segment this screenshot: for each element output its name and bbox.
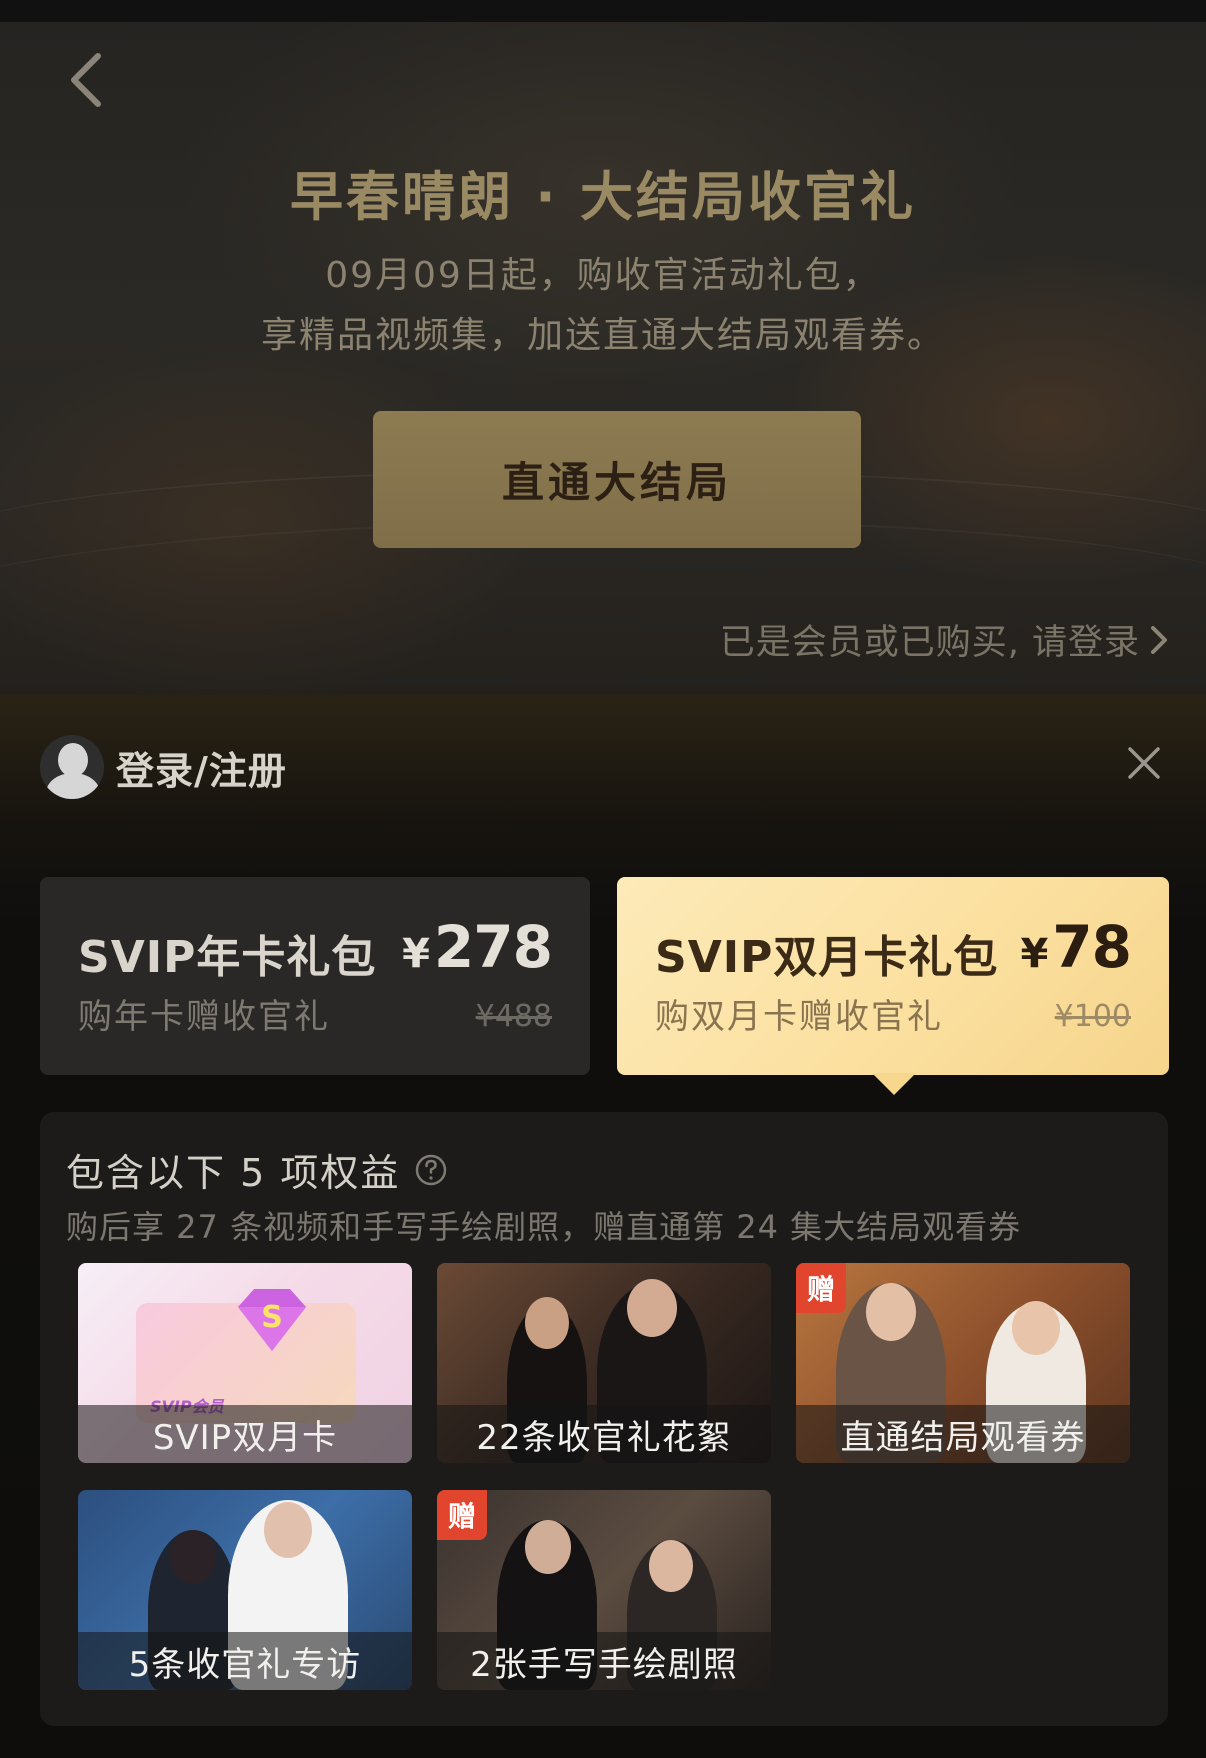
currency-symbol: ¥ [1020,931,1049,977]
person-head [264,1502,312,1558]
benefit-tile-finale-ticket[interactable]: 赠 直通结局观看券 [796,1263,1130,1463]
person-head [627,1279,677,1337]
original-price: ¥100 [1054,999,1131,1034]
purchase-sheet: 登录/注册 SVIP年卡礼包 购年卡赠收官礼 ¥ 278 ¥488 SVIP双月… [0,695,1206,1758]
benefit-label: 5条收官礼专访 [78,1632,412,1690]
benefits-subtitle: 购后享 27 条视频和手写手绘剧照，赠直通第 24 集大结局观看券 [66,1208,1022,1246]
person-head [525,1297,569,1349]
back-button[interactable] [62,50,112,110]
person-head [1012,1301,1060,1355]
package-desc: 购双月卡赠收官礼 [655,997,943,1037]
page: 早春晴朗 · 大结局收官礼 09月09日起，购收官活动礼包， 享精品视频集，加送… [0,0,1206,1758]
package-name: SVIP双月卡礼包 [655,932,999,983]
svg-text:S: S [261,1300,283,1335]
hero-subtitle-line: 享精品视频集，加送直通大结局观看券。 [260,315,945,356]
currency-symbol: ¥ [402,931,430,977]
login-register-entry[interactable]: 登录/注册 [40,735,287,799]
benefit-tile-svip-card[interactable]: S SVIP会员 SVIP双月卡 [78,1263,412,1463]
original-price: ¥488 [475,999,552,1034]
diamond-logo-icon: S [238,1289,306,1351]
person-head [525,1520,571,1574]
question-circle-icon[interactable] [414,1153,448,1187]
login-prompt-text: 已是会员或已购买, 请登录 [719,623,1140,663]
package-card-svip-dual-month[interactable]: SVIP双月卡礼包 购双月卡赠收官礼 ¥ 78 ¥100 [617,877,1169,1075]
package-card-svip-year[interactable]: SVIP年卡礼包 购年卡赠收官礼 ¥ 278 ¥488 [40,877,590,1075]
close-icon[interactable] [1126,745,1162,781]
login-register-label: 登录/注册 [116,748,287,793]
benefit-label: 直通结局观看券 [796,1405,1130,1463]
gift-badge: 赠 [437,1490,487,1540]
benefits-title: 包含以下 5 项权益 [66,1151,401,1195]
hero-banner: 早春晴朗 · 大结局收官礼 09月09日起，购收官活动礼包， 享精品视频集，加送… [0,0,1206,695]
benefit-tile-stills[interactable]: 赠 2张手写手绘剧照 [437,1490,771,1690]
benefits-header: 包含以下 5 项权益 [66,1142,448,1197]
status-bar [0,0,1206,22]
benefits-panel: 包含以下 5 项权益 购后享 27 条视频和手写手绘剧照，赠直通第 24 集大结… [40,1112,1168,1726]
hero-subtitle-line: 09月09日起，购收官活动礼包， [325,255,881,296]
member-login-link[interactable]: 已是会员或已购买, 请登录 [720,614,1170,665]
benefit-label: 22条收官礼花絮 [437,1405,771,1463]
person-head [170,1530,216,1584]
avatar [40,735,104,799]
hero-title: 早春晴朗 · 大结局收官礼 [289,167,917,228]
avatar-head [58,743,88,777]
price-value: 78 [1052,913,1132,981]
chevron-left-icon [71,53,101,107]
gift-badge: 赠 [796,1263,846,1313]
selected-pointer [872,1073,916,1095]
benefit-tile-interview[interactable]: 5条收官礼专访 [78,1490,412,1690]
benefit-tile-behind-scenes[interactable]: 22条收官礼花絮 [437,1263,771,1463]
price-value: 278 [433,913,553,981]
person-head [649,1540,693,1592]
chevron-right-icon [1151,625,1167,654]
benefit-label: 2张手写手绘剧照 [437,1632,771,1690]
package-price: ¥ 78 [1020,913,1132,981]
avatar-body [46,773,100,799]
package-price: ¥ 278 [402,913,553,981]
finale-cta-button[interactable]: 直通大结局 [373,411,861,548]
package-name: SVIP年卡礼包 [78,932,377,983]
hero-subtitle: 09月09日起，购收官活动礼包， 享精品视频集，加送直通大结局观看券。 [0,246,1206,366]
benefit-label: SVIP双月卡 [78,1405,412,1463]
person-head [866,1283,916,1341]
package-desc: 购年卡赠收官礼 [78,997,330,1037]
